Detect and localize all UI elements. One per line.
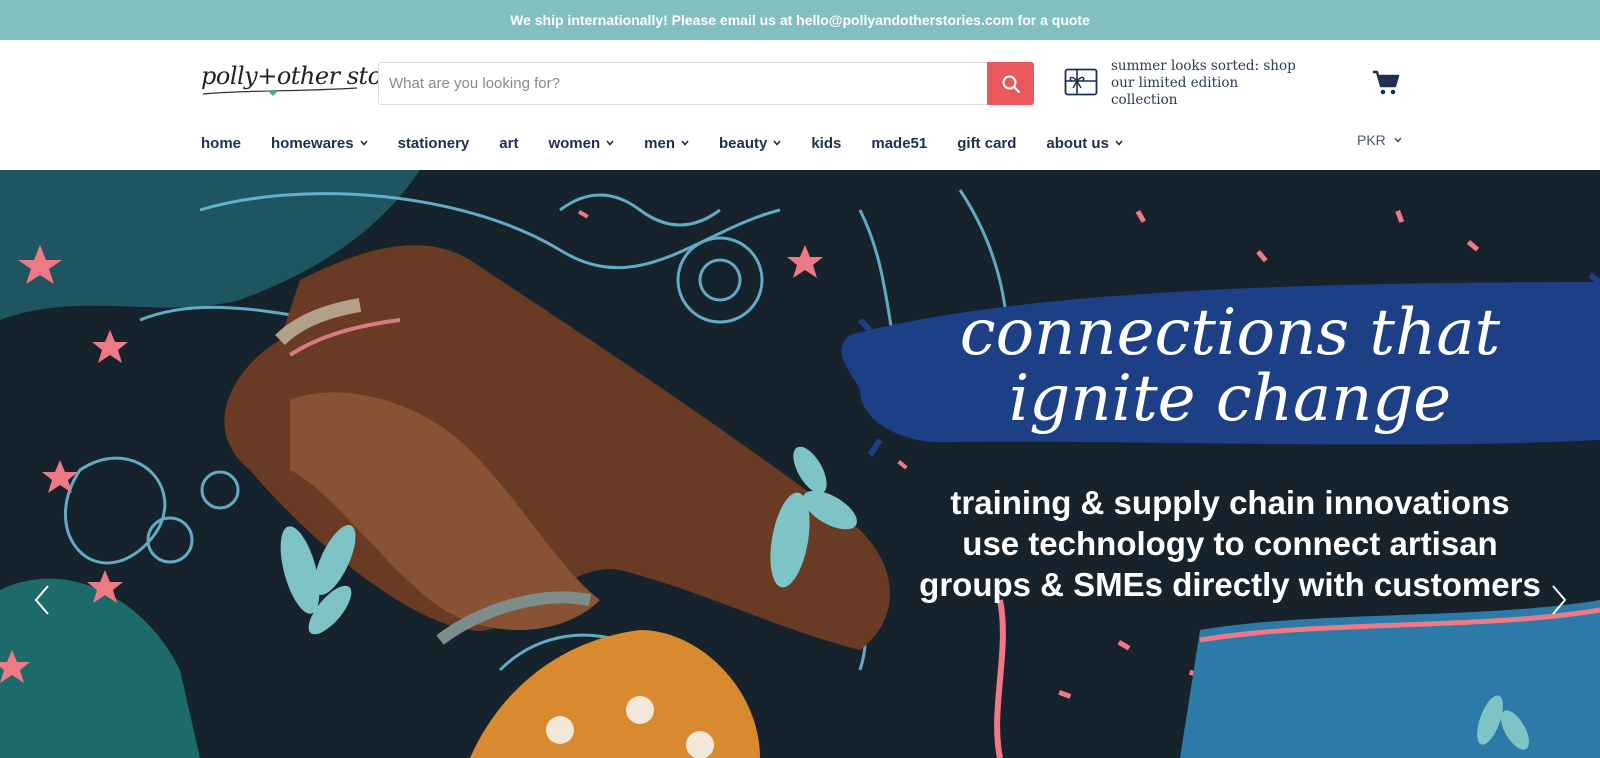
hero-headline: connections that ignite change	[900, 300, 1560, 432]
promo-link[interactable]: summer looks sorted: shop our limited ed…	[1064, 58, 1304, 110]
cart-icon[interactable]	[1372, 70, 1400, 96]
chevron-left-icon[interactable]	[30, 582, 54, 618]
nav-item-men[interactable]: men	[644, 135, 689, 152]
nav-item-about-us[interactable]: about us	[1046, 135, 1123, 152]
promo-text: summer looks sorted: shop our limited ed…	[1111, 58, 1296, 108]
search-icon	[1002, 75, 1020, 93]
nav-item-label: made51	[871, 134, 928, 152]
nav-item-label: gift card	[957, 134, 1017, 152]
chevron-down-icon	[1394, 137, 1402, 143]
nav-item-homewares[interactable]: homewares	[271, 135, 368, 152]
nav-item-kids[interactable]: kids	[811, 135, 841, 152]
nav-item-label: art	[499, 134, 519, 152]
hero-subline-line2: use technology to connect artisan	[962, 525, 1498, 562]
hero-slideshow: connections that ignite change training …	[0, 170, 1600, 758]
hero-subline-line3: groups & SMEs directly with customers	[919, 566, 1541, 603]
currency-selector[interactable]: PKR	[1357, 132, 1402, 148]
nav-item-women[interactable]: women	[548, 135, 614, 152]
nav-item-label: homewares	[271, 134, 354, 152]
nav-item-label: men	[644, 134, 675, 152]
nav-item-label: women	[548, 134, 601, 152]
hero-subline-line1: training & supply chain innovations	[950, 484, 1510, 521]
search-bar	[378, 62, 1034, 105]
nav-item-label: stationery	[397, 134, 470, 152]
chevron-down-icon	[773, 140, 781, 146]
nav-item-gift-card[interactable]: gift card	[957, 135, 1016, 152]
nav-item-beauty[interactable]: beauty	[719, 135, 781, 152]
nav-item-label: kids	[811, 134, 842, 152]
chevron-down-icon	[681, 140, 689, 146]
search-button[interactable]	[987, 62, 1034, 105]
nav-item-made51[interactable]: made51	[871, 135, 927, 152]
chevron-down-icon	[1115, 140, 1123, 146]
announcement-bar: We ship internationally! Please email us…	[0, 0, 1600, 40]
nav-item-home[interactable]: home	[201, 135, 241, 152]
currency-label: PKR	[1357, 132, 1386, 148]
chevron-right-icon[interactable]	[1547, 582, 1571, 618]
search-input[interactable]	[379, 63, 987, 104]
hero-headline-line1: connections that	[959, 296, 1501, 370]
logo-heart-icon	[202, 87, 358, 96]
main-nav: home homewares stationery art women men …	[201, 128, 1153, 158]
chevron-down-icon	[606, 140, 614, 146]
announcement-text: We ship internationally! Please email us…	[510, 12, 1090, 28]
nav-item-stationery[interactable]: stationery	[398, 135, 470, 152]
hero-image	[0, 170, 1600, 758]
hero-headline-line2: ignite change	[1008, 362, 1452, 436]
site-logo[interactable]: polly+other stories	[201, 58, 426, 108]
gift-card-icon	[1064, 68, 1098, 96]
site-header: polly+other stories summer looks sorted:…	[0, 40, 1600, 170]
nav-item-label: beauty	[718, 134, 768, 152]
chevron-down-icon	[359, 140, 368, 146]
hero-subline: training & supply chain innovations use …	[900, 482, 1560, 605]
nav-item-label: about us	[1046, 134, 1109, 152]
nav-item-art[interactable]: art	[499, 135, 518, 152]
nav-item-label: home	[201, 134, 242, 152]
